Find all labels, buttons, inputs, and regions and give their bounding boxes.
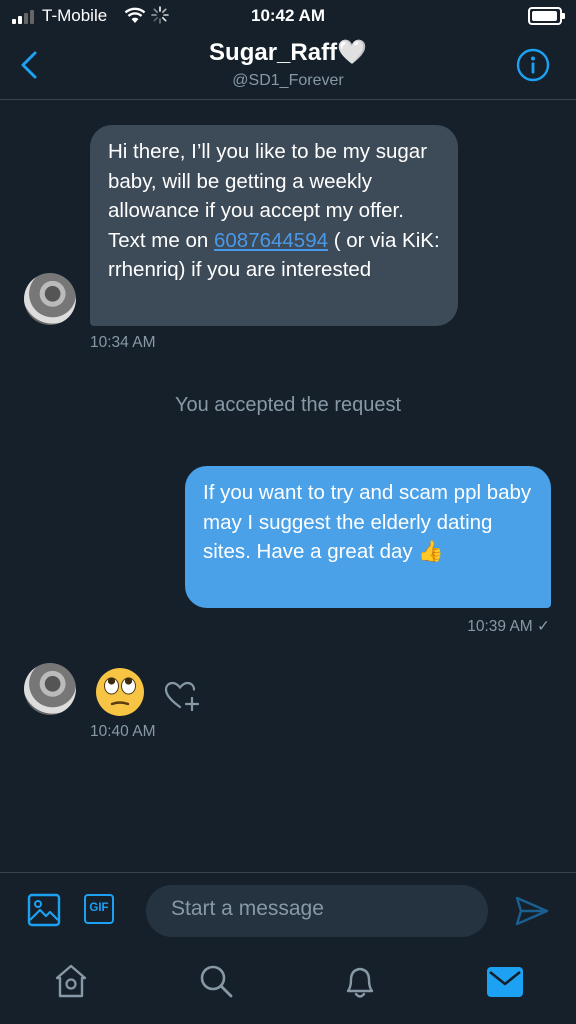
- header-divider: [0, 99, 576, 100]
- incoming-message: Hi there, I’ll you like to be my sugar b…: [90, 125, 458, 326]
- message-timestamp: 10:34 AM: [90, 334, 156, 351]
- battery-fill: [532, 11, 557, 21]
- outgoing-message: If you want to try and scam ppl baby may…: [185, 466, 551, 608]
- conversation-title: Sugar_Raff🤍: [209, 39, 367, 66]
- message-timestamp: 10:40 AM: [90, 723, 156, 740]
- phone-link[interactable]: 6087644594: [214, 229, 328, 252]
- conversation-handle: @SD1_Forever: [232, 72, 344, 89]
- message-text: If you want to try and scam ppl baby may…: [203, 481, 532, 563]
- message-timestamp: 10:39 AM ✓: [467, 618, 550, 635]
- info-icon[interactable]: [516, 48, 550, 82]
- send-icon[interactable]: [514, 895, 550, 927]
- battery-icon: [528, 7, 565, 25]
- status-bar: T-Mobile 10:42 AM: [0, 0, 576, 34]
- avatar[interactable]: [24, 273, 76, 325]
- add-reaction-icon[interactable]: [164, 680, 202, 714]
- search-icon[interactable]: [198, 963, 234, 999]
- composer-divider: [0, 872, 576, 873]
- eye-roll-emoji: [96, 668, 144, 716]
- message-input-placeholder: Start a message: [171, 897, 324, 920]
- notifications-icon[interactable]: [343, 963, 377, 1001]
- home-icon[interactable]: [54, 963, 88, 999]
- gif-button[interactable]: GIF: [84, 894, 114, 924]
- messages-icon[interactable]: [487, 967, 523, 997]
- request-accepted-notice: You accepted the request: [174, 394, 402, 416]
- image-icon[interactable]: [27, 893, 61, 927]
- status-time: 10:42 AM: [250, 6, 325, 25]
- avatar[interactable]: [24, 663, 76, 715]
